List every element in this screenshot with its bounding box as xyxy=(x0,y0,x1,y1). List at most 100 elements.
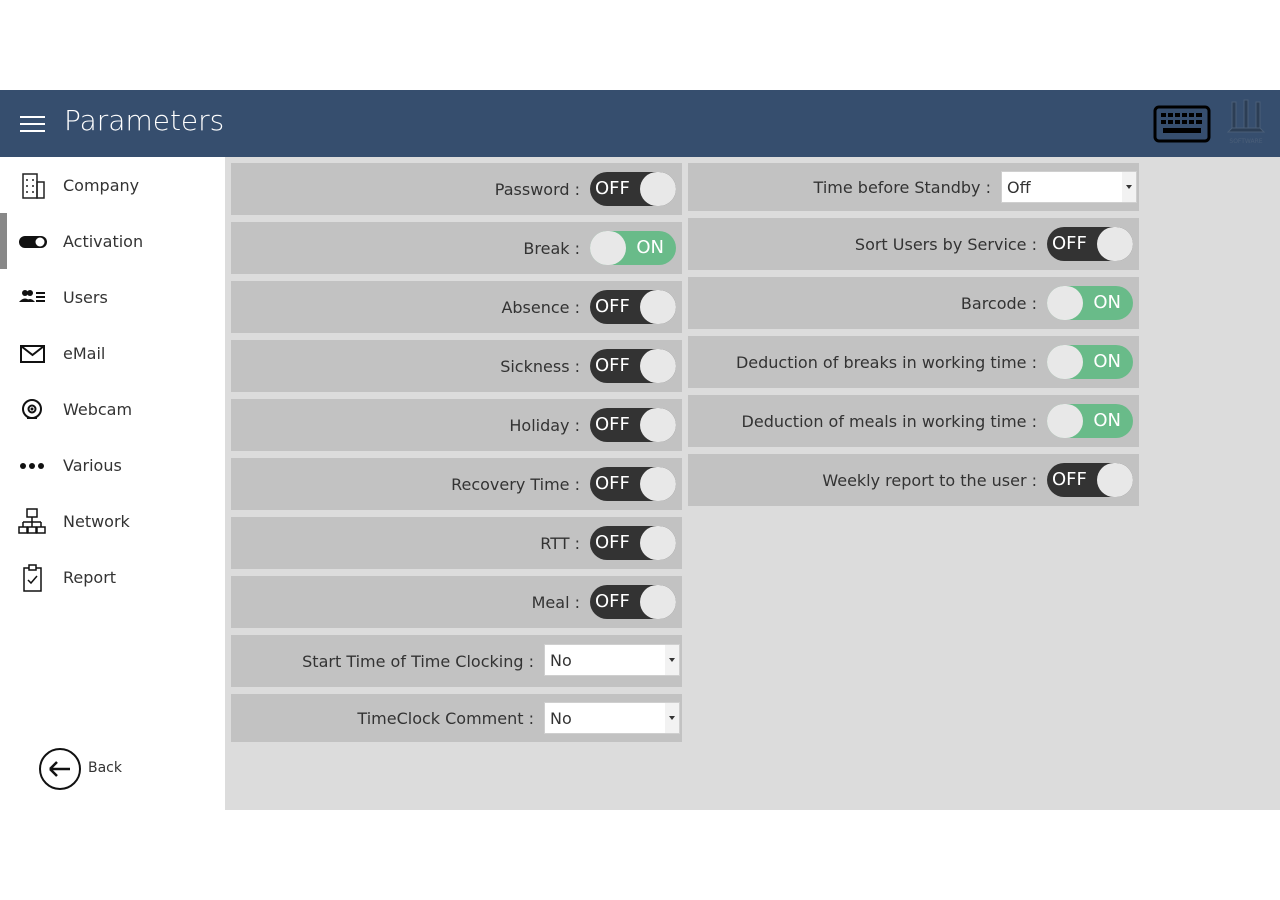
setting-row-sickness: Sickness : OFF xyxy=(231,340,682,392)
toggle-state-text: ON xyxy=(1093,410,1121,431)
setting-label: Start Time of Time Clocking : xyxy=(302,651,534,671)
clipboard-check-icon xyxy=(18,564,48,592)
setting-label: Time before Standby : xyxy=(813,177,991,197)
setting-label: Absence : xyxy=(501,297,580,317)
sidebar-item-company[interactable]: Company xyxy=(0,157,225,213)
setting-label: Deduction of meals in working time : xyxy=(741,411,1037,431)
arrow-left-circle-icon xyxy=(38,747,82,791)
start-time-select[interactable]: No xyxy=(544,644,680,676)
chevron-down-icon xyxy=(665,703,679,733)
more-dots-icon xyxy=(18,452,48,480)
sidebar-item-users[interactable]: Users xyxy=(0,269,225,325)
setting-row-holiday: Holiday : OFF xyxy=(231,399,682,451)
select-value: No xyxy=(550,651,572,670)
webcam-icon xyxy=(18,396,48,424)
setting-label: Deduction of breaks in working time : xyxy=(735,352,1037,372)
setting-row-break: Break : ON xyxy=(231,222,682,274)
setting-label: Break : xyxy=(523,238,580,258)
deduction-meals-toggle[interactable]: ON xyxy=(1047,404,1133,438)
toggle-state-text: OFF xyxy=(595,532,630,553)
setting-label: RTT : xyxy=(540,533,580,553)
select-value: Off xyxy=(1007,178,1031,197)
users-list-icon xyxy=(18,284,48,312)
toggle-state-text: OFF xyxy=(1052,469,1087,490)
company-logo: SOFTWARE xyxy=(1220,98,1272,146)
sidebar-item-label: Activation xyxy=(63,232,144,251)
building-icon xyxy=(18,172,48,200)
setting-row-barcode: Barcode : ON xyxy=(688,277,1139,329)
absence-toggle[interactable]: OFF xyxy=(590,290,676,324)
network-icon xyxy=(18,508,48,536)
setting-label: Password : xyxy=(494,179,580,199)
meal-toggle[interactable]: OFF xyxy=(590,585,676,619)
settings-panel: Password : OFF Break : ON Absence : OFF … xyxy=(225,157,1280,810)
sidebar-item-activation[interactable]: Activation xyxy=(0,213,225,269)
setting-row-absence: Absence : OFF xyxy=(231,281,682,333)
sidebar-item-webcam[interactable]: Webcam xyxy=(0,381,225,437)
setting-label: Weekly report to the user : xyxy=(822,470,1037,490)
page-title: Parameters xyxy=(64,104,225,137)
toggle-state-text: OFF xyxy=(595,178,630,199)
sidebar-item-label: Various xyxy=(63,456,122,475)
sidebar-item-network[interactable]: Network xyxy=(0,493,225,549)
deduction-breaks-toggle[interactable]: ON xyxy=(1047,345,1133,379)
setting-label: TimeClock Comment : xyxy=(357,708,534,728)
setting-label: Sickness : xyxy=(500,356,580,376)
weekly-report-toggle[interactable]: OFF xyxy=(1047,463,1133,497)
sort-users-toggle[interactable]: OFF xyxy=(1047,227,1133,261)
sickness-toggle[interactable]: OFF xyxy=(590,349,676,383)
toggle-switch-icon xyxy=(18,228,48,256)
back-label: Back xyxy=(88,760,122,776)
setting-row-deduction-meals: Deduction of meals in working time : ON xyxy=(688,395,1139,447)
setting-label: Sort Users by Service : xyxy=(854,234,1037,254)
sidebar-item-various[interactable]: Various xyxy=(0,437,225,493)
setting-label: Holiday : xyxy=(509,415,580,435)
sidebar-item-report[interactable]: Report xyxy=(0,549,225,605)
toggle-state-text: OFF xyxy=(595,473,630,494)
toggle-state-text: OFF xyxy=(1052,233,1087,254)
recovery-time-toggle[interactable]: OFF xyxy=(590,467,676,501)
setting-row-rtt: RTT : OFF xyxy=(231,517,682,569)
chevron-down-icon xyxy=(1122,172,1136,202)
barcode-toggle[interactable]: ON xyxy=(1047,286,1133,320)
holiday-toggle[interactable]: OFF xyxy=(590,408,676,442)
setting-row-password: Password : OFF xyxy=(231,163,682,215)
app-window: Parameters SOFTWARE Company Activation U… xyxy=(0,90,1280,810)
toggle-state-text: ON xyxy=(1093,292,1121,313)
password-toggle[interactable]: OFF xyxy=(590,172,676,206)
setting-row-timeclock-comment: TimeClock Comment : No xyxy=(231,694,682,742)
timeclock-comment-select[interactable]: No xyxy=(544,702,680,734)
setting-label: Barcode : xyxy=(960,293,1037,313)
break-toggle[interactable]: ON xyxy=(590,231,676,265)
setting-row-start-time: Start Time of Time Clocking : No xyxy=(231,635,682,687)
sidebar-item-label: Network xyxy=(63,512,130,531)
toggle-state-text: OFF xyxy=(595,591,630,612)
sidebar-item-label: Company xyxy=(63,176,140,195)
setting-row-recovery-time: Recovery Time : OFF xyxy=(231,458,682,510)
sidebar-item-label: Report xyxy=(63,568,117,587)
setting-row-meal: Meal : OFF xyxy=(231,576,682,628)
sidebar-item-label: eMail xyxy=(63,344,106,363)
sidebar-item-label: Users xyxy=(63,288,108,307)
toggle-state-text: OFF xyxy=(595,414,630,435)
setting-row-deduction-breaks: Deduction of breaks in working time : ON xyxy=(688,336,1139,388)
toggle-state-text: ON xyxy=(1093,351,1121,372)
setting-label: Recovery Time : xyxy=(451,474,580,494)
sidebar-item-label: Webcam xyxy=(63,400,133,419)
standby-select[interactable]: Off xyxy=(1001,171,1137,203)
hamburger-menu-icon[interactable] xyxy=(20,114,45,134)
logo-text: SOFTWARE xyxy=(1229,138,1262,145)
setting-row-standby: Time before Standby : Off xyxy=(688,163,1139,211)
chevron-down-icon xyxy=(665,645,679,675)
sidebar: Company Activation Users eMail Webcam Va… xyxy=(0,157,225,810)
sidebar-item-email[interactable]: eMail xyxy=(0,325,225,381)
setting-row-sort-users: Sort Users by Service : OFF xyxy=(688,218,1139,270)
rtt-toggle[interactable]: OFF xyxy=(590,526,676,560)
select-value: No xyxy=(550,709,572,728)
toggle-state-text: ON xyxy=(636,237,664,258)
keyboard-icon[interactable] xyxy=(1153,105,1211,143)
envelope-icon xyxy=(18,340,48,368)
back-button[interactable]: Back xyxy=(38,747,148,791)
toggle-state-text: OFF xyxy=(595,296,630,317)
toggle-state-text: OFF xyxy=(595,355,630,376)
